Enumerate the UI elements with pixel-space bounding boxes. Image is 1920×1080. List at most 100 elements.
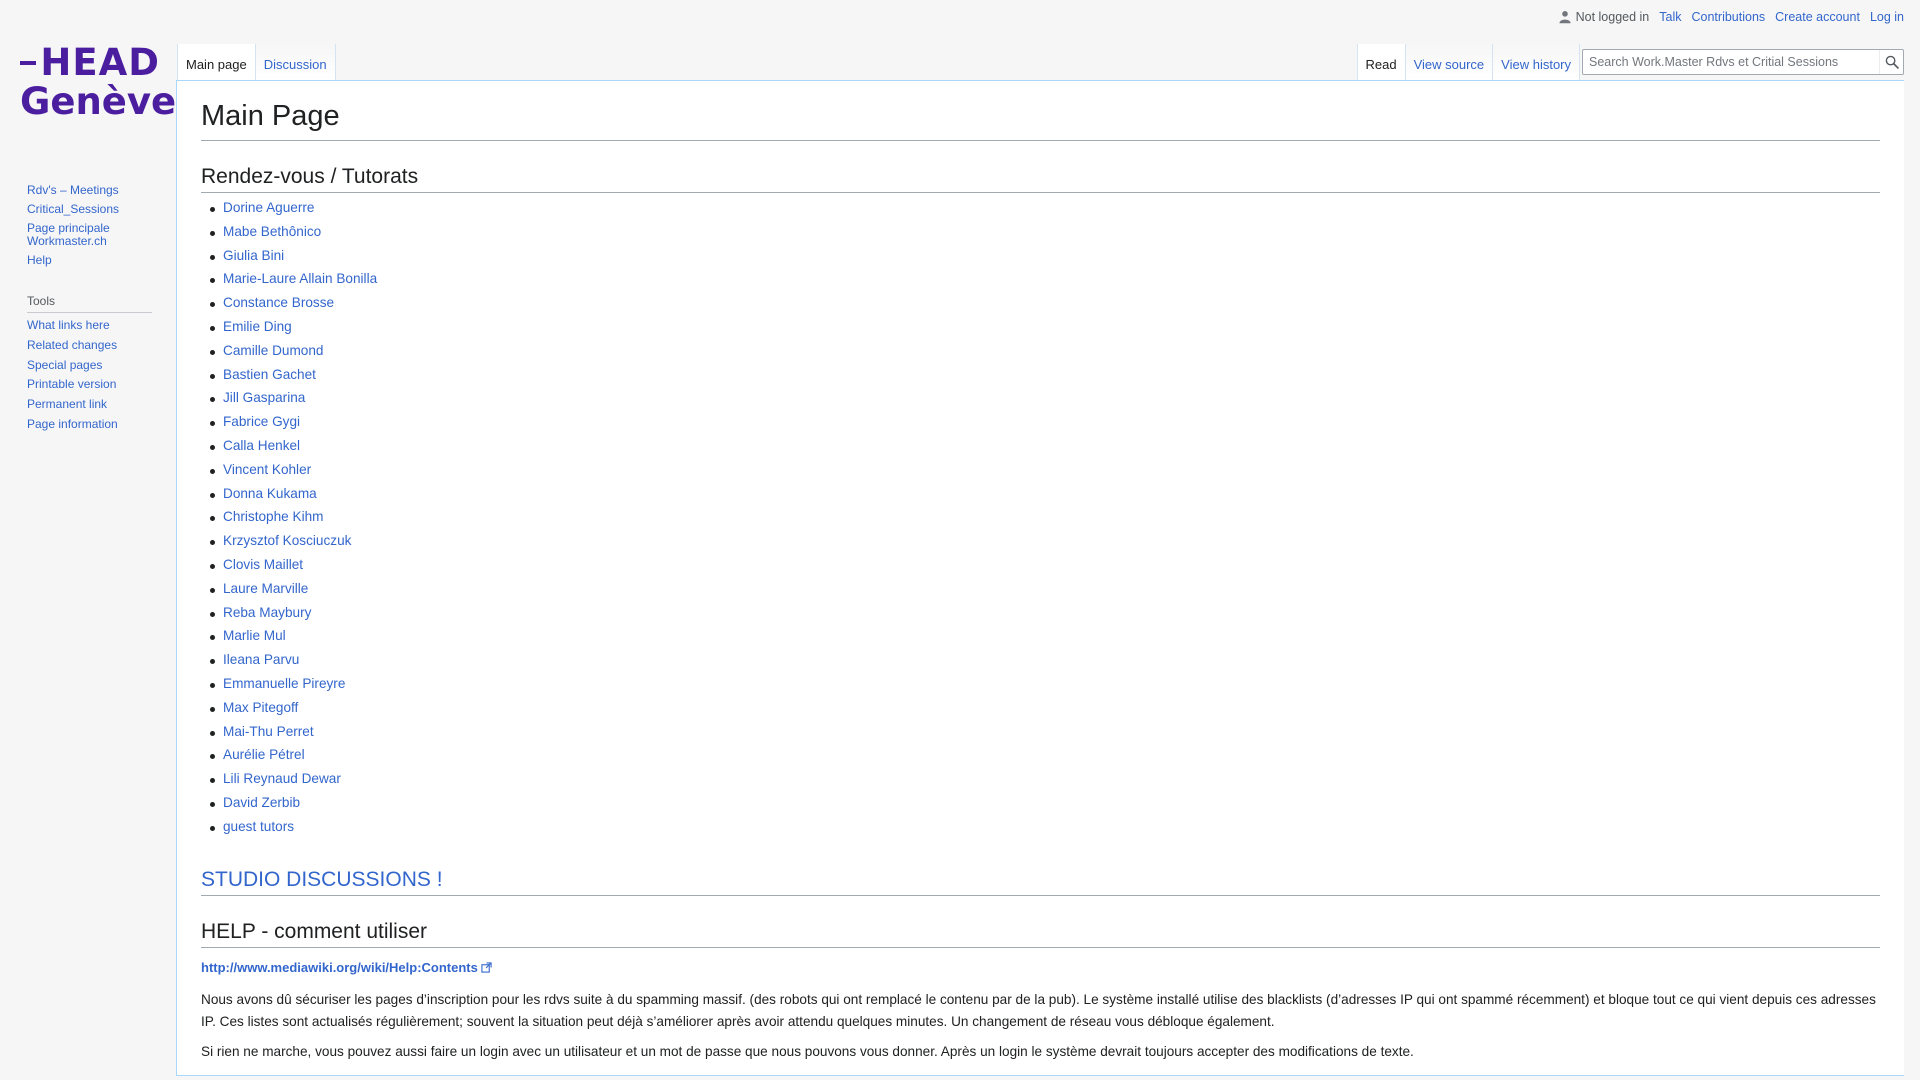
tools-link-printable-version[interactable]: Printable version bbox=[27, 377, 116, 391]
tab-discussion[interactable]: Discussion bbox=[255, 44, 336, 80]
tutor-link[interactable]: Ileana Parvu bbox=[223, 652, 299, 667]
site-logo[interactable]: HEAD Genève bbox=[20, 44, 177, 123]
list-item: Mai-Thu Perret bbox=[210, 724, 1880, 749]
tutor-link[interactable]: Emilie Ding bbox=[223, 319, 292, 334]
tutor-link[interactable]: Christophe Kihm bbox=[223, 509, 324, 524]
page-title: Main Page bbox=[201, 99, 1880, 141]
logo-text-geneve: Genève bbox=[20, 80, 177, 123]
view-tabs: Read View source View history bbox=[1356, 44, 1580, 80]
tools-heading: Tools bbox=[27, 294, 152, 313]
personal-tools: Not logged in Talk Contributions Create … bbox=[1558, 10, 1904, 24]
search-input[interactable] bbox=[1583, 50, 1879, 74]
list-item: Bastien Gachet bbox=[210, 367, 1880, 392]
tutor-link[interactable]: Max Pitegoff bbox=[223, 700, 298, 715]
list-item: Dorine Aguerre bbox=[210, 200, 1880, 225]
not-logged-in-label: Not logged in bbox=[1575, 10, 1650, 24]
section-heading-studio-discussions[interactable]: STUDIO DISCUSSIONS ! bbox=[201, 866, 1880, 896]
tutor-link[interactable]: Donna Kukama bbox=[223, 486, 317, 501]
list-item: Mabe Bethônico bbox=[210, 224, 1880, 249]
contributions-link[interactable]: Contributions bbox=[1692, 10, 1766, 24]
search-icon bbox=[1885, 55, 1899, 69]
list-item: Marie-Laure Allain Bonilla bbox=[210, 271, 1880, 296]
user-icon bbox=[1558, 11, 1571, 24]
help-link-text: http://www.mediawiki.org/wiki/Help:Conte… bbox=[201, 960, 478, 976]
sidebar-link-help[interactable]: Help bbox=[27, 253, 52, 267]
log-in-link[interactable]: Log in bbox=[1870, 10, 1904, 24]
list-item: Reba Maybury bbox=[210, 605, 1880, 630]
tutor-link[interactable]: Dorine Aguerre bbox=[223, 200, 314, 215]
tools-link-page-information[interactable]: Page information bbox=[27, 417, 118, 431]
tutor-link[interactable]: Jill Gasparina bbox=[223, 390, 305, 405]
studio-discussions-link[interactable]: STUDIO DISCUSSIONS ! bbox=[201, 868, 443, 891]
sidebar: Rdv's – Meetings Critical_Sessions Page … bbox=[27, 183, 175, 438]
list-item: Emmanuelle Pireyre bbox=[210, 676, 1880, 701]
logo-dash bbox=[20, 60, 37, 65]
sidebar-tools: What links here Related changes Special … bbox=[27, 318, 175, 432]
search-box bbox=[1582, 49, 1904, 75]
list-item: Giulia Bini bbox=[210, 248, 1880, 273]
tools-item-printable-version[interactable]: Printable version bbox=[27, 377, 175, 392]
tools-item-special-pages[interactable]: Special pages bbox=[27, 358, 175, 373]
tools-item-what-links-here[interactable]: What links here bbox=[27, 318, 175, 333]
tools-link-what-links-here[interactable]: What links here bbox=[27, 318, 110, 332]
tutor-link[interactable]: Camille Dumond bbox=[223, 343, 323, 358]
tutor-link[interactable]: Emmanuelle Pireyre bbox=[223, 676, 345, 691]
tab-view-source[interactable]: View source bbox=[1405, 44, 1494, 80]
search-button[interactable] bbox=[1879, 50, 1903, 74]
list-item: Christophe Kihm bbox=[210, 509, 1880, 534]
tutor-list: Dorine Aguerre Mabe Bethônico Giulia Bini M… bbox=[201, 201, 1880, 844]
list-item: Donna Kukama bbox=[210, 486, 1880, 511]
tutor-link[interactable]: guest tutors bbox=[223, 819, 294, 834]
anon-user: Not logged in bbox=[1558, 10, 1650, 24]
paragraph-login-notice: Si rien ne marche, vous pouvez aussi fai… bbox=[201, 1043, 1414, 1059]
sidebar-link-critical-sessions[interactable]: Critical_Sessions bbox=[27, 202, 119, 216]
tutor-link[interactable]: Aurélie Pétrel bbox=[223, 747, 305, 762]
sidebar-item-critical-sessions[interactable]: Critical_Sessions bbox=[27, 202, 175, 217]
create-account-link[interactable]: Create account bbox=[1775, 10, 1860, 24]
tutor-link[interactable]: Calla Henkel bbox=[223, 438, 300, 453]
list-item: guest tutors bbox=[210, 819, 1880, 844]
tools-item-related-changes[interactable]: Related changes bbox=[27, 338, 175, 353]
tutor-link[interactable]: Krzysztof Kosciuczuk bbox=[223, 533, 351, 548]
list-item: Ileana Parvu bbox=[210, 652, 1880, 677]
tutor-link[interactable]: Clovis Maillet bbox=[223, 557, 303, 572]
tutor-link[interactable]: Laure Marville bbox=[223, 581, 308, 596]
sidebar-link-meetings[interactable]: Rdv's – Meetings bbox=[27, 183, 119, 197]
tutor-link[interactable]: Marie-Laure Allain Bonilla bbox=[223, 271, 377, 286]
tutor-link[interactable]: Bastien Gachet bbox=[223, 367, 316, 382]
tab-read[interactable]: Read bbox=[1356, 44, 1406, 80]
list-item: Constance Brosse bbox=[210, 295, 1880, 320]
sidebar-item-help[interactable]: Help bbox=[27, 253, 175, 268]
main-content: Main Page Rendez-vous / Tutorats Dorine … bbox=[176, 80, 1904, 1076]
tutor-link[interactable]: Constance Brosse bbox=[223, 295, 334, 310]
list-item: Jill Gasparina bbox=[210, 390, 1880, 415]
list-item: Laure Marville bbox=[210, 581, 1880, 606]
tab-view-history[interactable]: View history bbox=[1493, 44, 1580, 80]
list-item: Max Pitegoff bbox=[210, 700, 1880, 725]
list-item: Aurélie Pétrel bbox=[210, 747, 1880, 772]
tutor-link[interactable]: Giulia Bini bbox=[223, 248, 284, 263]
tutor-link[interactable]: Marlie Mul bbox=[223, 628, 286, 643]
tutor-link[interactable]: Fabrice Gygi bbox=[223, 414, 300, 429]
tutor-link[interactable]: Lili Reynaud Dewar bbox=[223, 771, 341, 786]
tools-item-permanent-link[interactable]: Permanent link bbox=[27, 397, 175, 412]
tools-link-special-pages[interactable]: Special pages bbox=[27, 358, 102, 372]
tutor-link[interactable]: Reba Maybury bbox=[223, 605, 311, 620]
tutor-link[interactable]: Vincent Kohler bbox=[223, 462, 311, 477]
talk-link[interactable]: Talk bbox=[1659, 10, 1681, 24]
tutor-link[interactable]: Mabe Bethônico bbox=[223, 224, 321, 239]
sidebar-link-workmaster[interactable]: Page principale Workmaster.ch bbox=[27, 221, 110, 249]
tools-item-page-information[interactable]: Page information bbox=[27, 417, 175, 432]
logo-text-head: HEAD bbox=[40, 41, 160, 84]
sidebar-navigation: Rdv's – Meetings Critical_Sessions Page … bbox=[27, 183, 175, 268]
sidebar-item-meetings[interactable]: Rdv's – Meetings bbox=[27, 183, 175, 198]
tools-link-related-changes[interactable]: Related changes bbox=[27, 338, 117, 352]
logo-line-1: HEAD bbox=[20, 44, 160, 81]
sidebar-item-workmaster[interactable]: Page principale Workmaster.ch bbox=[27, 221, 175, 250]
section-heading-help: HELP - comment utiliser bbox=[201, 918, 1880, 949]
tutor-link[interactable]: David Zerbib bbox=[223, 795, 300, 810]
tab-main-page[interactable]: Main page bbox=[177, 44, 256, 80]
help-external-link[interactable]: http://www.mediawiki.org/wiki/Help:Conte… bbox=[201, 960, 492, 975]
tutor-link[interactable]: Mai-Thu Perret bbox=[223, 724, 314, 739]
tools-link-permanent-link[interactable]: Permanent link bbox=[27, 397, 107, 411]
